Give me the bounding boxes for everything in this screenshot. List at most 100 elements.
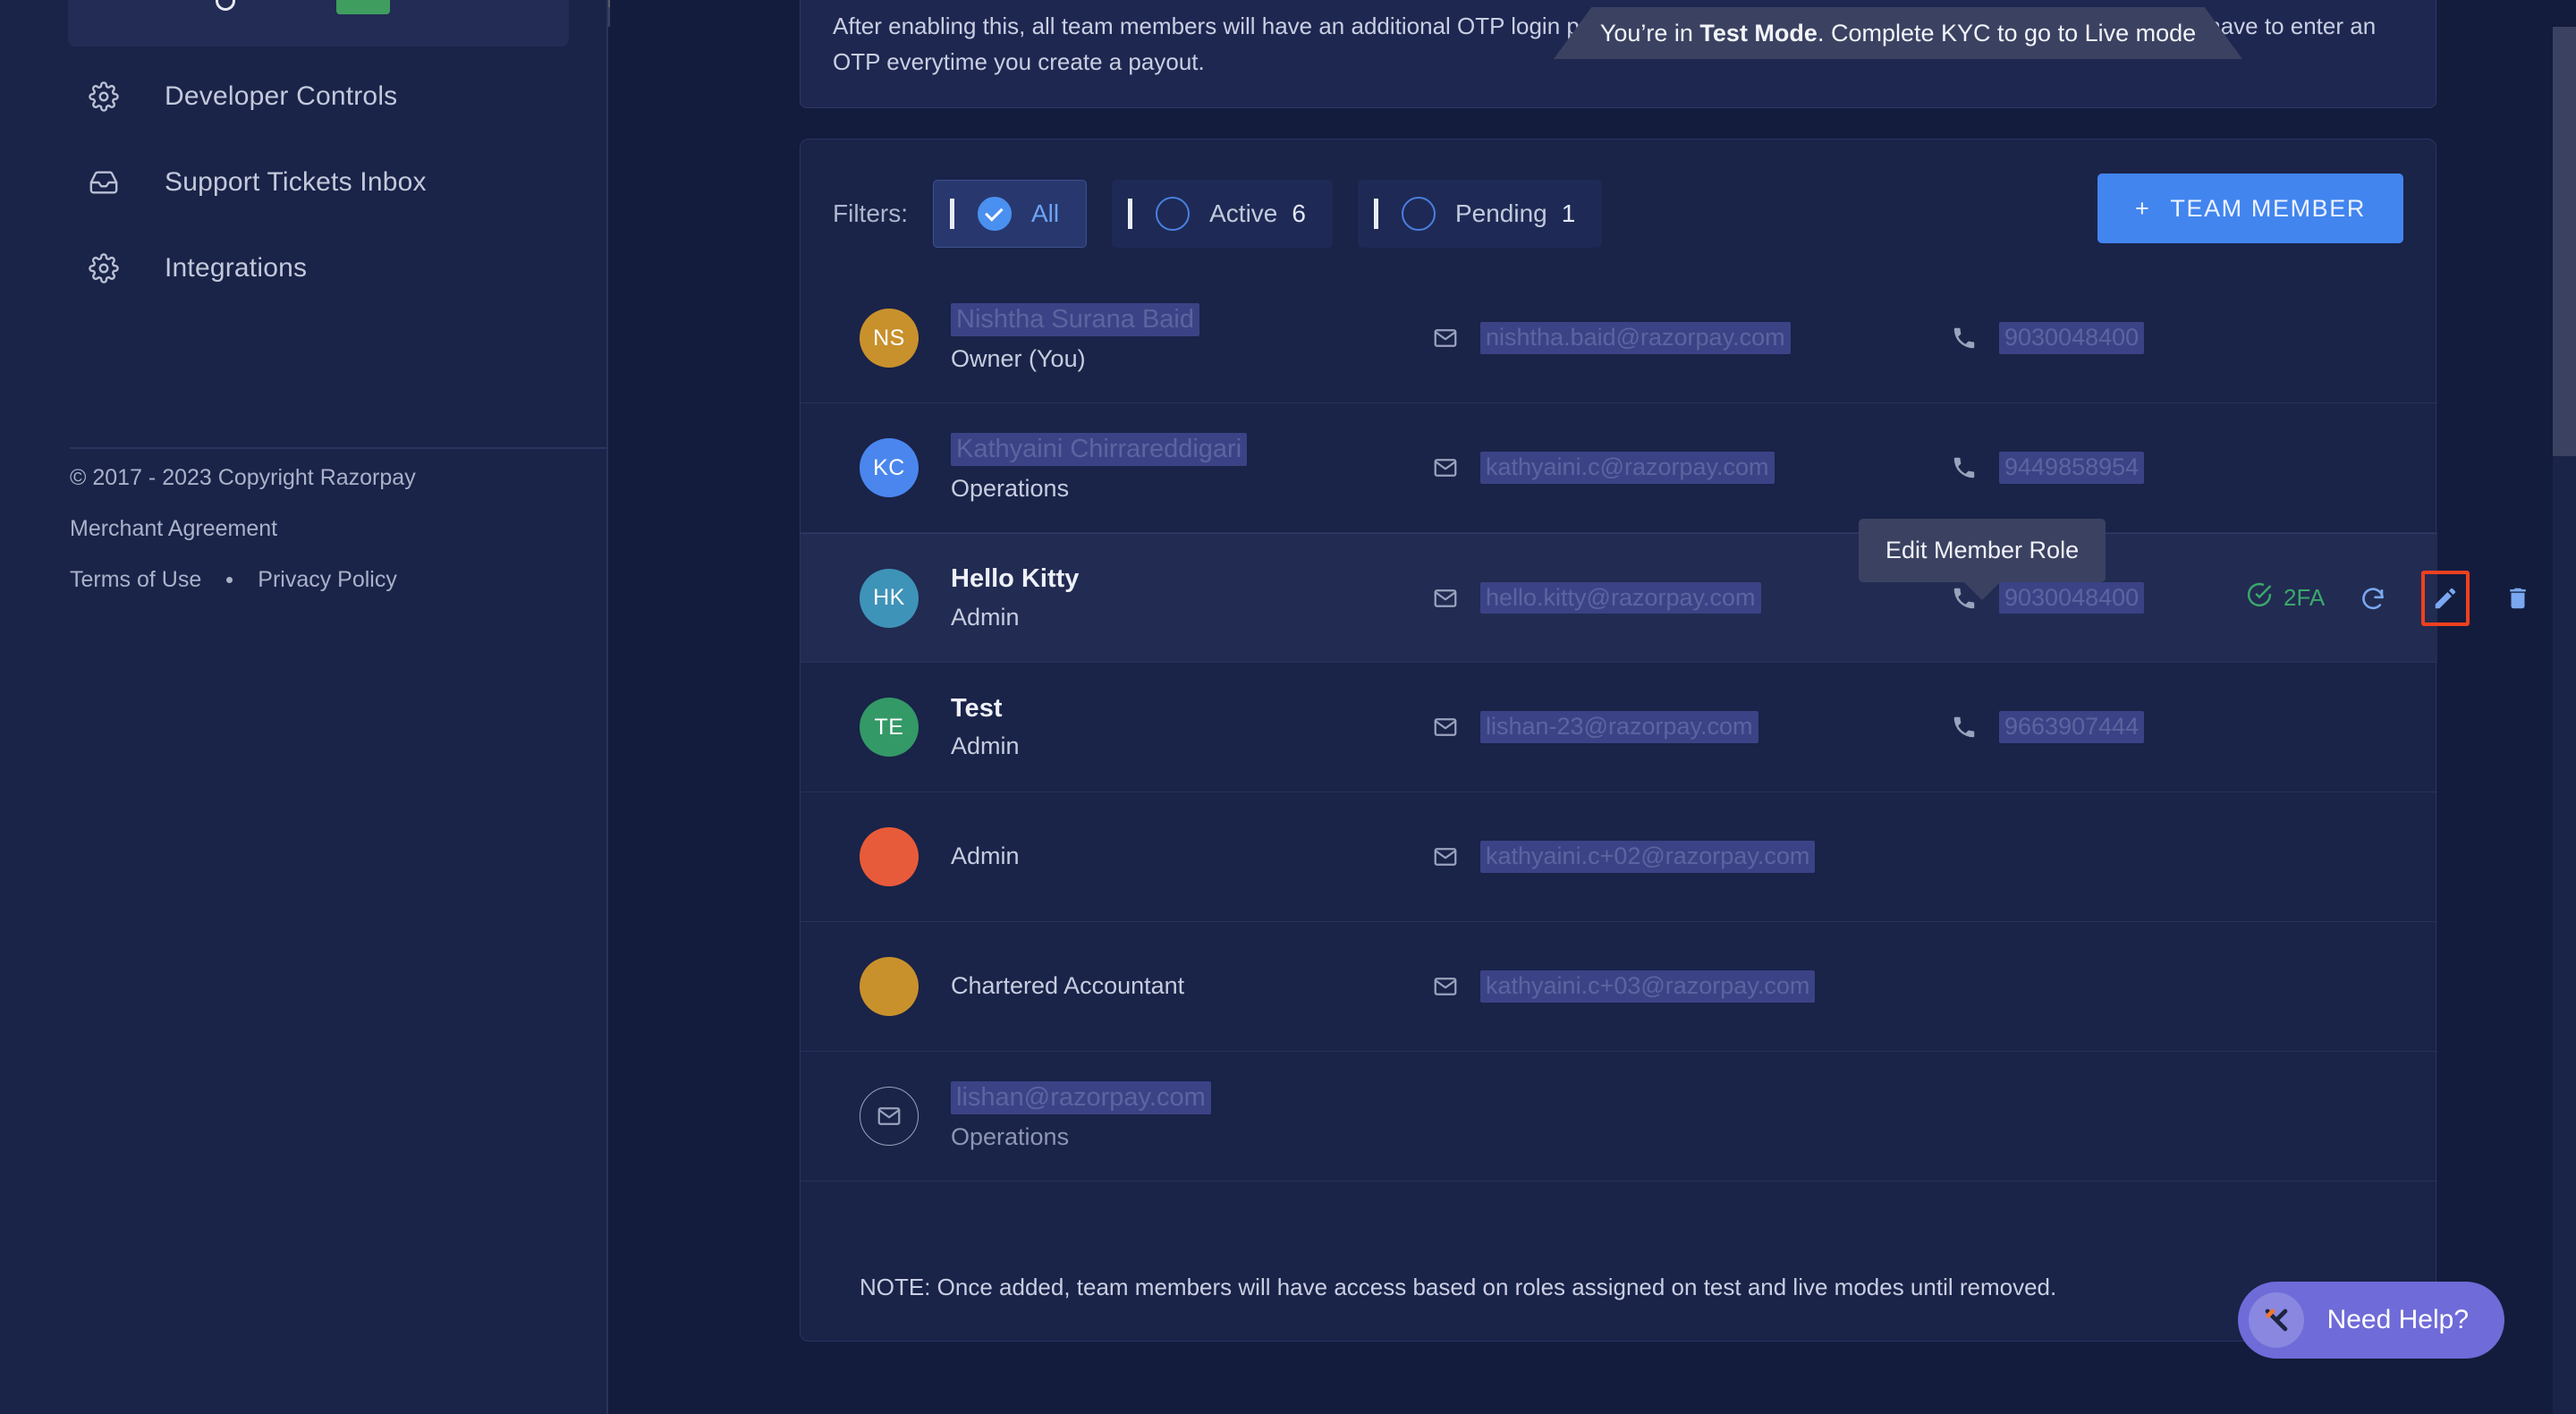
sidebar-divider	[70, 447, 608, 449]
gear-icon	[86, 79, 122, 114]
team-member-row: HK Hello Kitty Admin hello.kitty@razorpay.c…	[801, 533, 2526, 663]
radio-circle-icon	[1401, 197, 1436, 231]
redacted-member-email: nishtha.baid@razorpay.com	[1480, 322, 1791, 354]
filter-pill-pending[interactable]: Pending 1	[1357, 180, 1603, 248]
sidebar-footer: © 2017 - 2023 Copyright Razorpay Merchan…	[70, 465, 571, 593]
need-help-label: Need Help?	[2326, 1305, 2469, 1334]
app-page: Developer Controls Support Tickets Inbox	[0, 0, 2576, 1414]
team-member-row: TE Test Admin lishan-23@razorpay.com 9663907…	[801, 663, 2437, 792]
check-circle-icon	[978, 197, 1012, 231]
pencil-icon	[2432, 585, 2459, 612]
filters-label: Filters:	[833, 199, 908, 227]
member-name: Test	[951, 693, 1003, 723]
team-member-row: NS Nishtha Surana Baid Owner (You) nishtha.…	[801, 274, 2437, 403]
phone-icon	[1951, 714, 1978, 741]
terms-of-use-link[interactable]: Terms of Use	[70, 567, 201, 593]
member-identity: Hello Kitty Admin	[951, 564, 1416, 631]
avatar: HK	[860, 568, 919, 628]
team-members-card: Filters: All Active 6 Pending 1 + TEAM M…	[800, 139, 2526, 1342]
twofa-label: 2FA	[2284, 584, 2326, 611]
member-email-value: lishan-23@razorpay.com	[1480, 711, 1758, 743]
phone-icon	[1951, 454, 1978, 481]
need-help-button[interactable]: Need Help?	[2237, 1282, 2504, 1359]
member-identity: Test Admin	[951, 694, 1416, 760]
member-phone-value: 9030048400	[1999, 581, 2145, 614]
member-role: Admin	[951, 842, 1020, 870]
member-email-value: nishtha.baid@razorpay.com	[1480, 322, 1791, 354]
filter-count-active: 6	[1292, 199, 1306, 227]
member-name: lishan@razorpay.com	[951, 1080, 1416, 1115]
redacted-member-phone: 9663907444	[1999, 711, 2145, 743]
member-email: nishtha.baid@razorpay.com	[1432, 322, 1951, 354]
sidebar-item-label: Support Tickets Inbox	[165, 167, 427, 197]
sidebar-item-integrations[interactable]: Integrations	[0, 225, 608, 311]
plus-icon: +	[2135, 194, 2151, 222]
member-name: Hello Kitty	[951, 564, 1080, 594]
member-email: kathyaini.c+02@razorpay.com	[1432, 841, 1951, 873]
team-member-row: KC Kathyaini Chirrareddigari Operations kat…	[801, 403, 2437, 533]
member-name: Kathyaini Chirrareddigari	[951, 432, 1416, 467]
check-circle-icon	[2246, 581, 2273, 614]
avatar	[860, 827, 919, 886]
member-email: hello.kitty@razorpay.com	[1432, 581, 1951, 614]
filter-pill-active[interactable]: Active 6	[1112, 180, 1333, 248]
pill-accent-bar	[950, 199, 954, 229]
team-member-row: Admin kathyaini.c+02@razorpay.com	[801, 792, 2437, 922]
add-team-member-button[interactable]: + TEAM MEMBER	[2097, 174, 2403, 243]
note-footer: NOTE: Once added, team members will have…	[801, 1233, 2437, 1341]
refresh-icon	[2360, 585, 2386, 612]
filter-label-pending: Pending	[1454, 199, 1547, 227]
sidebar: Developer Controls Support Tickets Inbox	[0, 0, 608, 1414]
redacted-member-email: kathyaini.c+02@razorpay.com	[1480, 841, 1816, 873]
freshchat-logo-icon	[2248, 1292, 2304, 1348]
member-role: Owner (You)	[951, 345, 1086, 373]
member-phone-value: 9663907444	[1999, 711, 2145, 743]
edit-member-role-button[interactable]	[2421, 570, 2470, 626]
member-email-value: hello.kitty@razorpay.com	[1480, 581, 1761, 614]
add-team-member-label: TEAM MEMBER	[2170, 194, 2366, 222]
test-mode-prefix: You’re in	[1599, 19, 1700, 47]
pill-accent-bar	[1128, 199, 1133, 229]
avatar	[860, 957, 919, 1016]
member-phone-value: 9449858954	[1999, 452, 2145, 484]
member-phone: 9663907444	[1951, 711, 2246, 743]
test-mode-tooltip: You’re in Test Mode. Complete KYC to go …	[1554, 7, 2242, 59]
member-role: Chartered Accountant	[951, 972, 1185, 1000]
vertical-scrollbar-thumb[interactable]	[2553, 27, 2576, 456]
main-content: After enabling this, all team members wi…	[610, 0, 2576, 1414]
team-member-row: Chartered Accountant kathyaini.c+03@razor…	[801, 922, 2437, 1052]
delete-member-button[interactable]	[2496, 577, 2539, 620]
member-identity: lishan@razorpay.com Operations	[951, 1080, 1416, 1152]
mail-icon	[1432, 325, 1459, 351]
mail-icon	[1432, 973, 1459, 1000]
edit-member-role-tooltip-text: Edit Member Role	[1885, 537, 2080, 563]
avatar: KC	[860, 438, 919, 497]
member-role: Operations	[951, 475, 1070, 503]
phone-icon	[1951, 325, 1978, 351]
mail-icon	[1432, 843, 1459, 870]
sidebar-nav: Developer Controls Support Tickets Inbox	[0, 54, 608, 311]
team-member-row: lishan@razorpay.com Operations	[801, 1052, 2437, 1181]
filter-label-active: Active	[1209, 199, 1278, 227]
trash-icon	[2504, 585, 2531, 612]
redacted-member-phone: 9030048400	[1999, 322, 2145, 354]
member-identity: Nishtha Surana Baid Owner (You)	[951, 302, 1416, 374]
vertical-scrollbar-track[interactable]	[2553, 27, 2576, 1414]
member-role: Admin	[951, 732, 1020, 760]
resend-invite-button[interactable]	[2351, 577, 2394, 620]
sidebar-item-support-tickets-inbox[interactable]: Support Tickets Inbox	[0, 140, 608, 225]
member-email: kathyaini.c+03@razorpay.com	[1432, 970, 1951, 1003]
redacted-member-email: kathyaini.c+03@razorpay.com	[1480, 970, 1816, 1003]
member-email-value: kathyaini.c@razorpay.com	[1480, 452, 1775, 484]
mail-icon	[1432, 714, 1459, 741]
privacy-policy-link[interactable]: Privacy Policy	[258, 567, 397, 593]
member-email: lishan-23@razorpay.com	[1432, 711, 1951, 743]
sidebar-item-label: Developer Controls	[165, 81, 398, 111]
mail-icon	[1432, 585, 1459, 612]
sidebar-item-developer-controls[interactable]: Developer Controls	[0, 54, 608, 140]
member-role: Admin	[951, 603, 1020, 631]
pending-invite-avatar	[860, 1087, 919, 1146]
filter-pill-all[interactable]: All	[933, 180, 1088, 248]
merchant-agreement-link[interactable]: Merchant Agreement	[70, 516, 277, 541]
filter-count-pending: 1	[1561, 199, 1576, 227]
